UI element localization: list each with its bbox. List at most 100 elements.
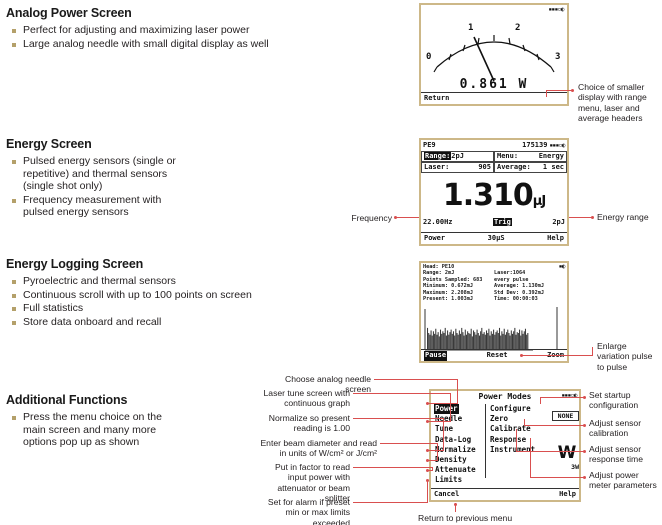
leader-dot <box>426 449 429 452</box>
menu-item-power[interactable]: Power <box>434 404 459 415</box>
list-item: Large analog needle with small digital d… <box>6 38 306 51</box>
list-item: Full statistics <box>6 302 306 315</box>
energy-laser-cell[interactable]: Laser: 905 <box>421 162 494 173</box>
menu-item-tune[interactable]: Tune <box>434 424 485 434</box>
list-item-label: Pyroelectric and thermal sensors <box>23 275 176 287</box>
power-modes-menu-screen[interactable]: Power Modes ▪▪▪▫◐ Power Needle Tune Data… <box>429 389 581 502</box>
menu-item-limits[interactable]: Limits <box>434 475 485 485</box>
leader-line <box>353 467 433 468</box>
stat-time: Time: 00:00:03 <box>494 296 538 303</box>
softkey-pulsewidth[interactable]: 30µS <box>488 234 505 244</box>
list-item-label: Frequency measurement with pulsed energy… <box>23 193 162 219</box>
leader-line <box>427 403 458 404</box>
list-item-label: Press the menu choice on the main screen… <box>23 411 162 449</box>
leader-line <box>380 443 438 444</box>
list-item-label: Perfect for adjusting and maximizing las… <box>23 24 250 36</box>
stat-present: Present: 1.003mJ <box>423 296 473 303</box>
softkey-reset[interactable]: Reset <box>487 351 508 361</box>
energy-laser-label: Laser: <box>424 163 450 171</box>
leader-dot <box>426 479 429 482</box>
callout-energy-range: Energy range <box>597 212 649 222</box>
energy-softkey-bar[interactable]: Power 30µS Help <box>421 232 567 244</box>
list-item: Frequency measurement with pulsed energy… <box>6 194 178 219</box>
energy-reading-unit: µJ <box>532 194 546 209</box>
callout-instrument: Adjust power meter parameters <box>589 470 657 491</box>
leader-line <box>516 451 584 452</box>
section-title-additional: Additional Functions <box>6 393 128 407</box>
callout-calibrate: Adjust sensor calibration <box>589 418 642 439</box>
softkey-help[interactable]: Help <box>559 490 576 500</box>
menu-item-instrument[interactable]: Instrument <box>489 445 551 455</box>
energy-reading-value: 1.310 <box>442 178 534 213</box>
leader-line <box>516 429 517 452</box>
bullet-list-logging: Pyroelectric and thermal sensors Continu… <box>6 275 306 329</box>
softkey-cancel[interactable]: Cancel <box>434 490 459 500</box>
energy-range-cell[interactable]: Range:2pJ <box>421 151 494 162</box>
bullet-square-icon <box>12 42 16 47</box>
bullet-square-icon <box>12 307 16 312</box>
bullet-square-icon <box>12 320 16 325</box>
analog-gauge: 0 1 2 3 <box>426 23 560 82</box>
logging-lcd: ▪◐ Head: PE10 Range: 2mJ Laser:1064 Point… <box>421 263 567 361</box>
list-item-label: Continuous scroll with up to 100 points … <box>23 288 252 301</box>
svg-text:0: 0 <box>426 52 431 62</box>
energy-menu-value: Energy <box>538 152 564 160</box>
leader-line <box>530 477 584 478</box>
logging-statistics: Head: PE10 Range: 2mJ Laser:1064 Points S… <box>423 264 565 302</box>
energy-trig-badge: Trig <box>493 218 512 226</box>
svg-text:3: 3 <box>555 52 560 62</box>
bullet-square-icon <box>12 29 16 33</box>
list-item: Press the menu choice on the main screen… <box>6 411 186 449</box>
energy-screen[interactable]: PE9 175139 ▪▪▪▫◐ Range:2pJ Menu: Energy … <box>419 138 569 246</box>
leader-line <box>427 481 428 503</box>
energy-footer: 22.00Hz Trig 2pJ <box>423 218 565 226</box>
menu-item-configure[interactable]: Configure <box>489 404 551 414</box>
bullet-list-analog-power: Perfect for adjusting and maximizing las… <box>6 24 306 51</box>
softkey-power[interactable]: Power <box>424 234 445 244</box>
leader-line <box>427 450 444 451</box>
callout-response: Adjust sensor response time <box>589 444 643 465</box>
section-title-logging: Energy Logging Screen <box>6 257 144 271</box>
energy-menu-label: Menu: <box>497 152 519 160</box>
bullet-square-icon <box>12 416 16 420</box>
menu-item-needle[interactable]: Needle <box>434 414 485 424</box>
menu-lcd: Power Modes ▪▪▪▫◐ Power Needle Tune Data… <box>431 391 579 500</box>
softkey-return[interactable]: Return <box>424 94 449 104</box>
energy-range-value: 2pJ <box>451 152 464 160</box>
leader-line <box>546 90 572 91</box>
softkey-zoom[interactable]: Zoom <box>547 351 564 361</box>
callout-analog-right: Choice of smaller display with range men… <box>578 82 647 124</box>
energy-frequency: 22.00Hz <box>423 218 453 226</box>
leader-dot <box>454 503 457 506</box>
softkey-pause[interactable]: Pause <box>424 351 448 361</box>
list-item: Continuous scroll with up to 100 points … <box>6 289 306 302</box>
leader-dot <box>426 459 429 462</box>
menu-item-zero[interactable]: Zero <box>489 414 551 424</box>
menu-softkey-bar[interactable]: Cancel Help <box>431 488 579 500</box>
menu-item-attenuate[interactable]: Attenuate <box>434 465 485 475</box>
bullet-square-icon <box>12 280 16 284</box>
softkey-help[interactable]: Help <box>547 234 564 244</box>
leader-line <box>353 418 444 419</box>
menu-column-left[interactable]: Power Needle Tune Data-Log Normalize Den… <box>434 404 486 484</box>
energy-range-bottom: 2pJ <box>552 218 565 226</box>
menu-column-right[interactable]: Configure Zero Calibrate Response Instru… <box>489 404 551 455</box>
leader-line <box>427 421 451 422</box>
menu-item-response[interactable]: Response <box>489 435 551 445</box>
bullet-list-energy: Pulsed energy sensors (single or repetit… <box>6 155 178 220</box>
callout-menu-bottom: Return to previous menu <box>418 513 513 523</box>
list-item: Perfect for adjusting and maximizing las… <box>6 24 306 37</box>
leader-line <box>540 397 584 398</box>
list-item-label: Pulsed energy sensors (single or repetit… <box>23 155 176 193</box>
leader-line <box>524 419 525 426</box>
leader-line <box>569 217 593 218</box>
energy-menu-cell[interactable]: Menu: Energy <box>494 151 567 162</box>
energy-logging-screen[interactable]: ▪◐ Head: PE10 Range: 2mJ Laser:1064 Point… <box>419 261 569 363</box>
menu-item-data-log[interactable]: Data-Log <box>434 435 485 445</box>
leader-line <box>457 379 458 403</box>
energy-average-cell[interactable]: Average: 1 sec <box>494 162 567 173</box>
leader-line <box>592 347 593 356</box>
menu-item-density[interactable]: Density <box>434 455 485 465</box>
energy-range-label: Range: <box>424 152 452 160</box>
leader-line <box>450 393 451 421</box>
